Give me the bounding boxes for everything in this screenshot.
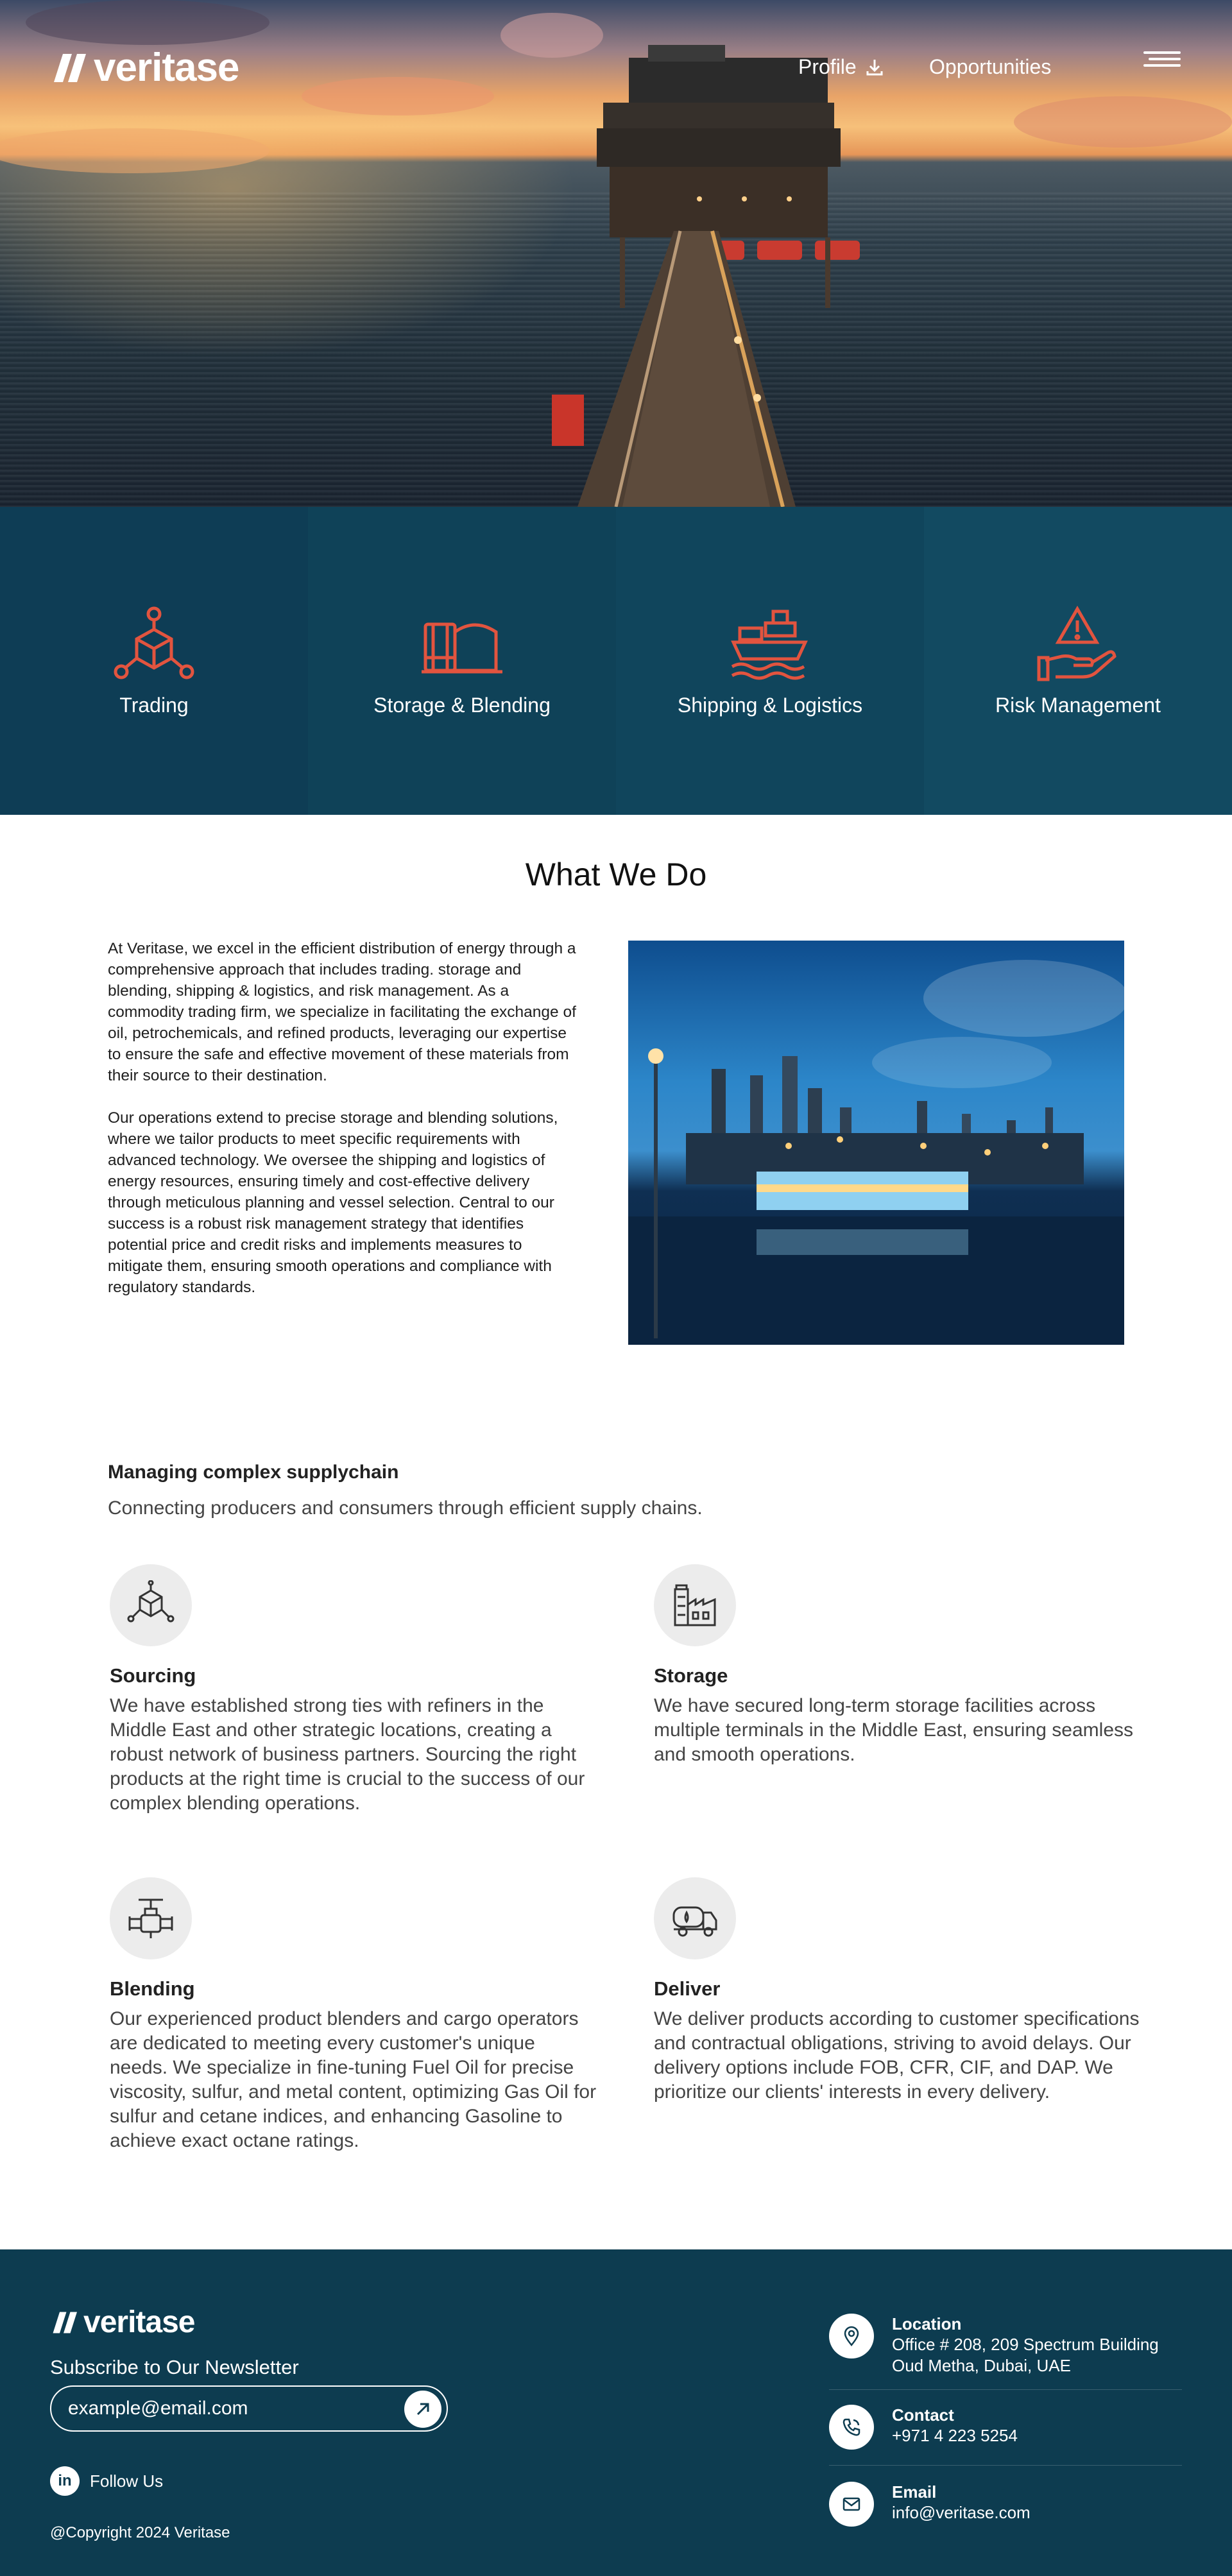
site-footer: veritase Subscribe to Our Newsletter in … bbox=[0, 2249, 1232, 2576]
refinery-photo bbox=[628, 941, 1124, 1345]
nav-opportunities-link[interactable]: Opportunities bbox=[929, 55, 1051, 79]
follow-us[interactable]: in Follow Us bbox=[50, 2466, 163, 2496]
service-label: Shipping & Logistics bbox=[677, 693, 863, 717]
what-we-do-paragraph: Our operations extend to precise storage… bbox=[108, 1109, 558, 1296]
logo-mark-icon bbox=[54, 53, 86, 82]
service-label: Storage & Blending bbox=[373, 693, 551, 717]
what-we-do-paragraph: At Veritase, we excel in the efficient d… bbox=[108, 940, 576, 1084]
service-label: Risk Management bbox=[995, 693, 1161, 717]
factory-storage-icon bbox=[674, 1584, 716, 1626]
cargo-ship-icon bbox=[731, 610, 808, 679]
card-body: Our experienced product blenders and car… bbox=[110, 2008, 597, 2151]
contact-value: Oud Metha, Dubai, UAE bbox=[892, 2356, 1071, 2375]
service-shipping-logistics[interactable]: Shipping & Logistics bbox=[616, 507, 924, 815]
contact-label: Email bbox=[892, 2482, 937, 2502]
hamburger-menu-icon[interactable] bbox=[1143, 51, 1181, 71]
logo-mark-icon bbox=[53, 2312, 77, 2333]
newsletter-submit-button[interactable] bbox=[404, 2391, 441, 2428]
footer-logo[interactable]: veritase bbox=[50, 2305, 195, 2340]
follow-label: Follow Us bbox=[90, 2471, 164, 2491]
pipe-valve-icon bbox=[128, 1898, 173, 1938]
what-we-do-heading: What We Do bbox=[525, 857, 707, 892]
icon-circle bbox=[654, 1877, 736, 1959]
card-body: We have established strong ties with ref… bbox=[110, 1695, 585, 1814]
refinery-illustration bbox=[628, 960, 1124, 1345]
contact-value: Office # 208, 209 Spectrum Building bbox=[892, 2335, 1159, 2354]
card-sourcing: Sourcing We have established strong ties… bbox=[110, 1564, 597, 1816]
contact-phone: Contact +971 4 223 5254 bbox=[829, 2405, 1182, 2450]
contact-text: Location Office # 208, 209 Spectrum Buil… bbox=[892, 2314, 1159, 2376]
contact-value[interactable]: +971 4 223 5254 bbox=[892, 2425, 1018, 2446]
newsletter-label: Subscribe to Our Newsletter bbox=[50, 2356, 299, 2378]
contact-label: Contact bbox=[892, 2405, 954, 2425]
storage-tanks-icon bbox=[422, 622, 502, 673]
supplychain-subtitle: Connecting producers and consumers throu… bbox=[108, 1497, 703, 1519]
contact-label: Location bbox=[892, 2314, 962, 2333]
service-label: Trading bbox=[119, 693, 189, 717]
services-bar: Trading Storage & Blending Shipping & Lo… bbox=[0, 507, 1232, 815]
cloud bbox=[0, 128, 270, 173]
location-pin-icon bbox=[829, 2314, 874, 2358]
cloud bbox=[26, 0, 270, 45]
card-body: We have secured long-term storage facili… bbox=[654, 1695, 1133, 1765]
menu-line bbox=[1149, 58, 1181, 60]
card-deliver: Deliver We deliver products according to… bbox=[654, 1877, 1142, 2104]
contact-value[interactable]: info@veritase.com bbox=[892, 2502, 1031, 2523]
cube-network-icon bbox=[127, 1580, 175, 1623]
logo-text: veritase bbox=[83, 2305, 195, 2339]
card-title: Sourcing bbox=[110, 1664, 196, 1687]
copyright-text: @Copyright 2024 Veritase bbox=[50, 2524, 230, 2541]
tanker-truck-icon bbox=[672, 1906, 717, 1937]
hero-banner: veritase Profile Opportunities bbox=[0, 0, 1232, 507]
nav-profile-link[interactable]: Profile bbox=[798, 55, 885, 79]
card-title: Storage bbox=[654, 1664, 728, 1687]
icon-circle bbox=[110, 1877, 192, 1959]
cloud bbox=[1014, 96, 1232, 148]
logo-text: veritase bbox=[94, 46, 239, 90]
mail-icon bbox=[829, 2482, 874, 2527]
card-title: Deliver bbox=[654, 1977, 721, 2000]
arrow-up-right-icon bbox=[416, 2403, 429, 2416]
network-nodes-icon bbox=[114, 606, 194, 679]
service-trading[interactable]: Trading bbox=[0, 507, 308, 815]
service-storage-blending[interactable]: Storage & Blending bbox=[308, 507, 616, 815]
divider bbox=[829, 2465, 1182, 2466]
card-title: Blending bbox=[110, 1977, 195, 2000]
icon-circle bbox=[110, 1564, 192, 1646]
service-risk-management[interactable]: Risk Management bbox=[924, 507, 1232, 815]
icon-circle bbox=[654, 1564, 736, 1646]
nav-profile-label: Profile bbox=[798, 55, 857, 78]
download-icon bbox=[866, 59, 883, 75]
site-logo[interactable]: veritase bbox=[50, 45, 239, 90]
newsletter-form bbox=[50, 2385, 448, 2432]
hand-warning-icon bbox=[1037, 605, 1116, 681]
card-body: We deliver products according to custome… bbox=[654, 2008, 1140, 2103]
contact-text: Contact +971 4 223 5254 bbox=[892, 2405, 1018, 2446]
card-blending: Blending Our experienced product blender… bbox=[110, 1877, 597, 2153]
phone-icon bbox=[829, 2405, 874, 2450]
contact-location: Location Office # 208, 209 Spectrum Buil… bbox=[829, 2314, 1182, 2376]
cloud bbox=[302, 77, 494, 115]
divider bbox=[829, 2389, 1182, 2390]
contact-text: Email info@veritase.com bbox=[892, 2482, 1031, 2523]
menu-line bbox=[1143, 51, 1181, 54]
what-we-do-text: At Veritase, we excel in the efficient d… bbox=[108, 938, 579, 1319]
newsletter-email-input[interactable] bbox=[67, 2397, 375, 2420]
card-storage: Storage We have secured long-term storag… bbox=[654, 1564, 1142, 1767]
oil-platform-illustration bbox=[552, 45, 860, 507]
supplychain-heading: Managing complex supplychain bbox=[108, 1462, 399, 1483]
contact-email: Email info@veritase.com bbox=[829, 2482, 1182, 2527]
menu-line bbox=[1143, 64, 1181, 67]
linkedin-icon[interactable]: in bbox=[50, 2466, 80, 2496]
